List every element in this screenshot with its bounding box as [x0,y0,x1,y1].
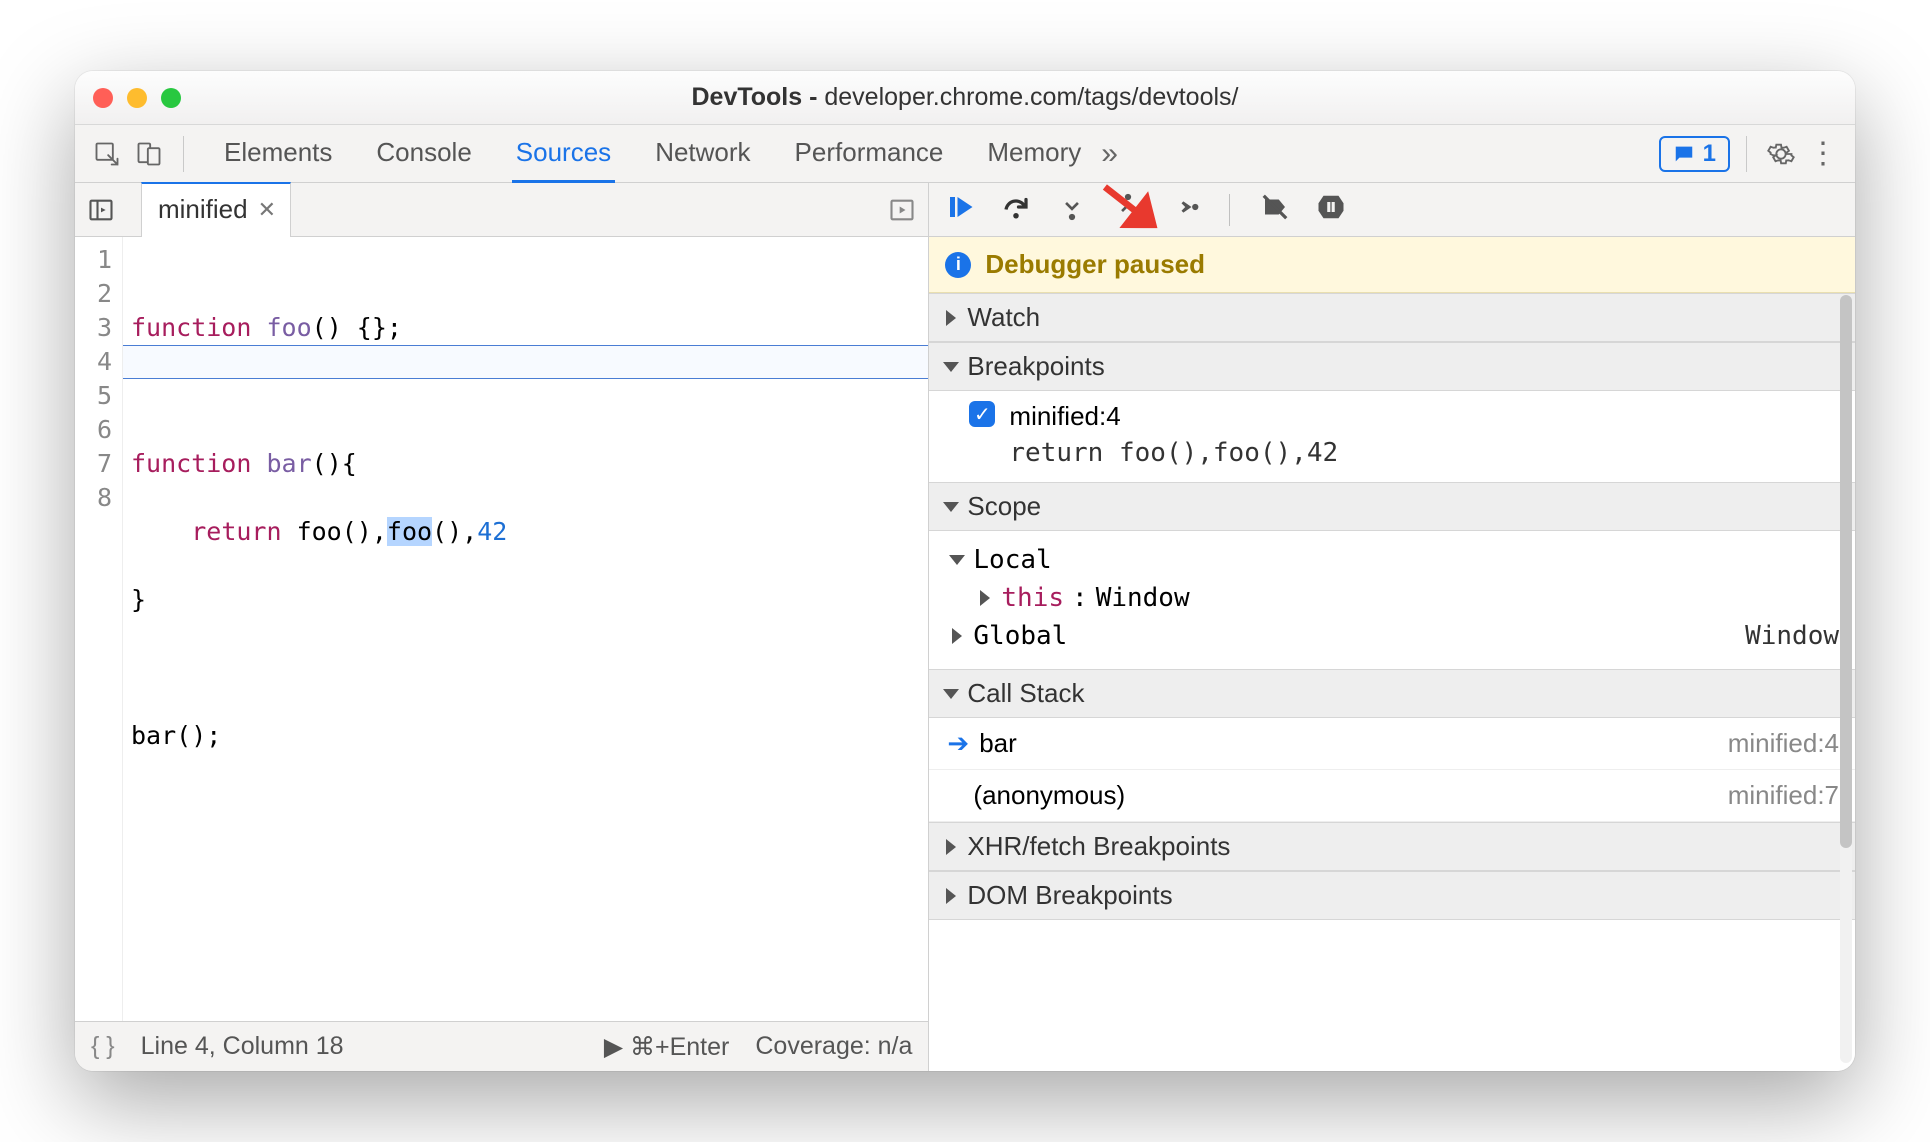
panel-tabs: Elements Console Sources Network Perform… [220,125,1085,183]
file-tab-minified[interactable]: minified ✕ [141,182,291,237]
file-tabstrip: minified ✕ [75,183,928,237]
stack-frame-anonymous[interactable]: (anonymous) minified:7 [929,770,1855,822]
scrollbar[interactable] [1840,295,1852,1063]
section-xhr-breakpoints[interactable]: XHR/fetch Breakpoints [929,822,1855,871]
window-title: DevTools - developer.chrome.com/tags/dev… [75,83,1855,112]
debugger-panel: i Debugger paused Watch Breakpoints ✓ mi… [929,183,1855,1071]
settings-gear-icon[interactable] [1763,136,1799,172]
coverage-status: Coverage: n/a [755,1032,912,1061]
scope-this[interactable]: this: Window [949,579,1839,617]
navigator-toggle-icon[interactable] [87,196,115,224]
kebab-menu-icon[interactable]: ⋮ [1805,136,1841,172]
step-over-button[interactable] [1001,192,1031,227]
content-area: minified ✕ 1 2 3 4 5 6 7 8 [75,183,1855,1071]
pretty-print-button[interactable]: { } [91,1032,115,1061]
tab-memory[interactable]: Memory [983,125,1085,183]
debugger-toolbar [929,183,1855,237]
resume-button[interactable] [945,192,975,227]
sources-panel: minified ✕ 1 2 3 4 5 6 7 8 [75,183,929,1071]
tab-sources[interactable]: Sources [512,125,615,183]
breakpoint-label[interactable]: minified:4 [1009,401,1120,432]
line-gutter: 1 2 3 4 5 6 7 8 [75,237,123,1021]
titlebar: DevTools - developer.chrome.com/tags/dev… [75,71,1855,125]
issues-badge[interactable]: 1 [1659,136,1730,172]
section-breakpoints[interactable]: Breakpoints [929,342,1855,391]
breakpoint-code: return foo(),foo(),42 [969,438,1839,468]
section-watch[interactable]: Watch [929,293,1855,342]
info-icon: i [945,252,971,278]
section-scope[interactable]: Scope [929,482,1855,531]
debugger-paused-banner: i Debugger paused [929,237,1855,293]
devtools-window: DevTools - developer.chrome.com/tags/dev… [75,71,1855,1071]
tab-performance[interactable]: Performance [791,125,948,183]
scope-body: Local this: Window Global Window [929,531,1855,669]
tab-console[interactable]: Console [372,125,475,183]
pause-on-exceptions-button[interactable] [1316,192,1346,227]
file-tab-label: minified [158,194,248,225]
breakpoint-checkbox[interactable]: ✓ [969,401,995,427]
stack-frame-bar[interactable]: ➔ bar minified:4 [929,718,1855,770]
device-toolbar-icon[interactable] [131,136,167,172]
section-dom-breakpoints[interactable]: DOM Breakpoints [929,871,1855,920]
tab-elements[interactable]: Elements [220,125,336,183]
deactivate-breakpoints-button[interactable] [1260,192,1290,227]
tab-network[interactable]: Network [651,125,754,183]
current-frame-arrow-icon: ➔ [947,728,969,759]
run-shortcut-hint: ▶ ⌘+Enter [604,1032,730,1062]
scope-global[interactable]: Global Window [949,617,1839,655]
inspect-element-icon[interactable] [89,136,125,172]
code-editor[interactable]: 1 2 3 4 5 6 7 8 function foo() {}; funct… [75,237,928,1021]
section-callstack[interactable]: Call Stack [929,669,1855,718]
code-area[interactable]: function foo() {}; function bar(){ retur… [123,237,928,1021]
run-snippet-icon[interactable] [888,196,916,224]
close-file-tab-icon[interactable]: ✕ [258,197,276,223]
main-toolbar: Elements Console Sources Network Perform… [75,125,1855,183]
scrollbar-thumb[interactable] [1840,295,1852,848]
scope-local[interactable]: Local [949,541,1839,579]
editor-footer: { } Line 4, Column 18 ▶ ⌘+Enter Coverage… [75,1021,928,1071]
callstack-body: ➔ bar minified:4 (anonymous) minified:7 [929,718,1855,822]
cursor-position: Line 4, Column 18 [141,1032,344,1061]
breakpoints-body: ✓ minified:4 return foo(),foo(),42 [929,391,1855,482]
